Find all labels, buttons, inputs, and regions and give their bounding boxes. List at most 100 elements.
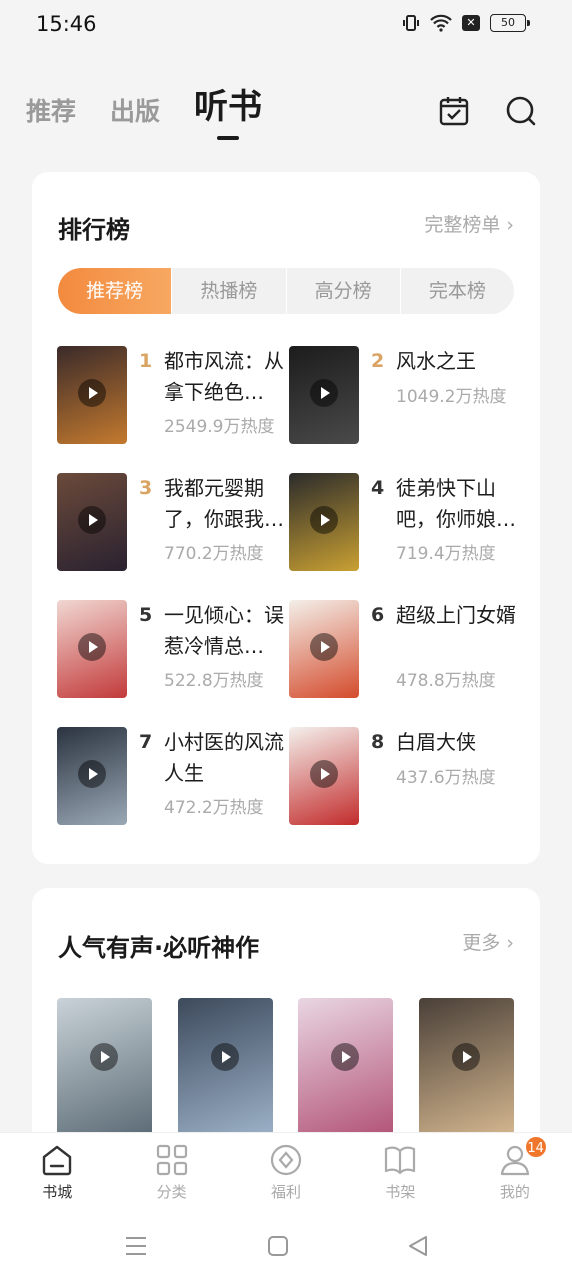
nav-label: 书架 — [385, 1183, 416, 1201]
ranking-item[interactable]: 8 白眉大侠 437.6万热度 — [289, 727, 519, 827]
segment-completed[interactable]: 完本榜 — [399, 268, 514, 314]
nav-label: 分类 — [156, 1183, 187, 1201]
heat-count: 770.2万热度 — [164, 544, 264, 564]
book-title: 风水之王 — [396, 349, 476, 373]
nav-label: 福利 — [271, 1183, 302, 1201]
ranking-item[interactable]: 2 风水之王 1049.2万热度 — [289, 346, 519, 446]
top-tabs: 推荐 出版 听书 — [26, 86, 262, 140]
ranking-item[interactable]: 6 超级上门女婿 478.8万热度 — [289, 600, 519, 700]
book-title: 一见倾心：误惹冷情总… — [164, 603, 284, 658]
book-cover[interactable] — [289, 727, 359, 825]
wifi-icon — [430, 14, 452, 32]
more-label: 更多 — [462, 932, 501, 954]
play-icon — [452, 1043, 480, 1071]
book-cover[interactable] — [289, 473, 359, 571]
play-icon — [78, 506, 106, 534]
book-cover[interactable] — [57, 346, 127, 444]
book-title: 小村医的风流人生 — [164, 730, 284, 785]
tab-recommend[interactable]: 推荐 — [26, 92, 76, 128]
tab-audiobook[interactable]: 听书 — [194, 79, 262, 140]
store-icon — [43, 1145, 72, 1176]
rank-number: 6 — [371, 604, 385, 626]
segment-recommend[interactable]: 推荐榜 — [58, 268, 172, 314]
rank-number: 1 — [139, 350, 153, 372]
heat-count: 1049.2万热度 — [396, 387, 507, 407]
ranking-segments: 推荐榜 热播榜 高分榜 完本榜 — [58, 268, 514, 314]
bottom-nav: 书城 分类 福利 书架 14 我的 — [0, 1132, 572, 1212]
nav-bookshelf[interactable]: 书架 — [343, 1133, 457, 1212]
home-icon[interactable] — [266, 1234, 290, 1258]
nav-category[interactable]: 分类 — [114, 1133, 228, 1212]
heat-count: 472.2万热度 — [164, 798, 264, 818]
ranking-item[interactable]: 5 一见倾心：误惹冷情总… 522.8万热度 — [57, 600, 287, 700]
book-title: 白眉大侠 — [396, 730, 476, 754]
book-cover[interactable] — [57, 998, 152, 1138]
book-title: 徒弟快下山吧，你师娘… — [396, 476, 516, 531]
play-icon — [211, 1043, 239, 1071]
battery-indicator: 50 — [490, 14, 530, 32]
book-title: 都市风流：从拿下绝色… — [164, 349, 284, 404]
menu-icon[interactable] — [124, 1234, 148, 1258]
book-cover[interactable] — [57, 600, 127, 698]
rank-number: 4 — [371, 477, 385, 499]
chevron-right-icon: › — [506, 932, 514, 954]
nav-bookstore[interactable]: 书城 — [0, 1133, 114, 1212]
segment-high-score[interactable]: 高分榜 — [285, 268, 400, 314]
notification-badge: 14 — [523, 1135, 548, 1159]
book-cover[interactable] — [57, 727, 127, 825]
heat-count: 437.6万热度 — [396, 768, 496, 788]
play-icon — [90, 1043, 118, 1071]
more-link[interactable]: 更多 › — [462, 928, 514, 955]
popular-audio-card: 人气有声·必听神作 更多 › — [32, 888, 540, 1148]
rank-number: 5 — [139, 604, 153, 626]
nav-label: 我的 — [499, 1183, 530, 1201]
book-cover[interactable] — [57, 473, 127, 571]
play-icon — [310, 379, 338, 407]
heat-count: 2549.9万热度 — [164, 417, 275, 437]
ranking-card: 排行榜 完整榜单 › 推荐榜 热播榜 高分榜 完本榜 1 都市风流：从拿下绝色…… — [32, 172, 540, 864]
rank-number: 8 — [371, 731, 385, 753]
play-icon — [310, 506, 338, 534]
popular-audio-title: 人气有声·必听神作 — [58, 934, 260, 962]
ranking-item[interactable]: 4 徒弟快下山吧，你师娘… 719.4万热度 — [289, 473, 519, 573]
book-cover[interactable] — [298, 998, 393, 1138]
full-ranking-link[interactable]: 完整榜单 › — [424, 210, 514, 237]
search-icon[interactable] — [504, 94, 538, 128]
calendar-check-icon[interactable] — [437, 94, 471, 128]
vibrate-icon — [403, 15, 419, 31]
play-icon — [310, 633, 338, 661]
book-cover[interactable] — [289, 346, 359, 444]
ranking-item[interactable]: 1 都市风流：从拿下绝色… 2549.9万热度 — [57, 346, 287, 446]
play-icon — [78, 379, 106, 407]
sim-off-icon: ✕ — [462, 15, 480, 31]
nav-mine[interactable]: 14 我的 — [458, 1133, 572, 1212]
heat-count: 719.4万热度 — [396, 544, 496, 564]
nav-welfare[interactable]: 福利 — [229, 1133, 343, 1212]
system-nav-bar — [0, 1212, 572, 1280]
heat-count: 522.8万热度 — [164, 671, 264, 691]
book-cover[interactable] — [178, 998, 273, 1138]
grid-icon — [156, 1144, 187, 1176]
status-icons: ✕ 50 — [402, 14, 530, 32]
rank-number: 3 — [139, 477, 153, 499]
nav-label: 书城 — [42, 1183, 73, 1201]
book-title: 我都元婴期了，你跟我… — [164, 476, 284, 531]
segment-hot-play[interactable]: 热播榜 — [171, 268, 285, 314]
book-cover[interactable] — [289, 600, 359, 698]
full-ranking-label: 完整榜单 — [424, 214, 501, 236]
play-icon — [78, 633, 106, 661]
rank-number: 7 — [139, 731, 153, 753]
ranking-item[interactable]: 7 小村医的风流人生 472.2万热度 — [57, 727, 287, 827]
play-icon — [331, 1043, 359, 1071]
status-time: 15:46 — [36, 12, 97, 36]
gift-icon — [270, 1144, 302, 1176]
back-icon[interactable] — [406, 1234, 430, 1258]
heat-count: 478.8万热度 — [396, 671, 496, 691]
book-cover[interactable] — [419, 998, 514, 1138]
tab-publish[interactable]: 出版 — [110, 92, 160, 128]
ranking-title: 排行榜 — [58, 216, 130, 244]
play-icon — [78, 760, 106, 788]
rank-number: 2 — [371, 350, 385, 372]
book-title: 超级上门女婿 — [396, 603, 516, 627]
ranking-item[interactable]: 3 我都元婴期了，你跟我… 770.2万热度 — [57, 473, 287, 573]
